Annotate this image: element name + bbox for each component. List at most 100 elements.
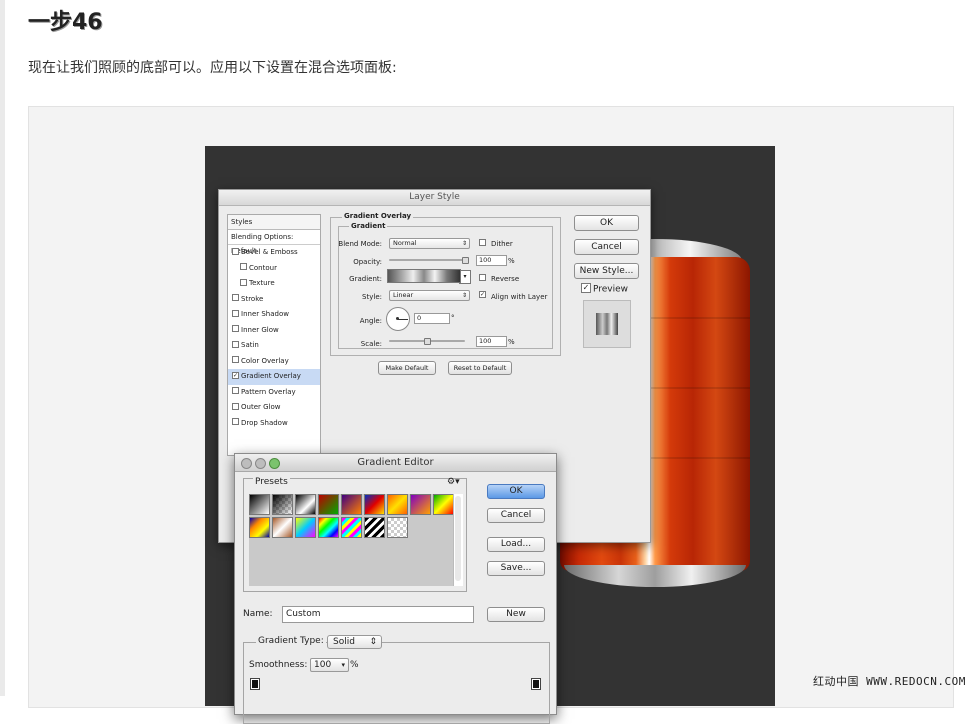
style-item-checkbox[interactable] [232, 402, 239, 410]
style-item[interactable]: Texture [228, 276, 320, 292]
style-item[interactable]: Outer Glow [228, 400, 320, 416]
smoothness-select[interactable]: 100 ▾ [310, 658, 349, 672]
style-item-checkbox[interactable] [232, 309, 239, 317]
preset-swatch[interactable] [341, 494, 362, 515]
preview-label: Preview [593, 284, 629, 295]
preset-swatch[interactable] [364, 517, 385, 538]
watermark: 红动中国 WWW.REDOCN.COM [813, 675, 966, 688]
style-item-checkbox[interactable] [240, 263, 247, 270]
name-label: Name: [243, 609, 273, 619]
name-field[interactable]: Custom [282, 606, 474, 623]
preset-swatch[interactable] [341, 517, 362, 538]
presets-scroll-thumb[interactable] [455, 496, 461, 581]
style-item-checkbox[interactable] [232, 247, 239, 255]
angle-field[interactable]: 0 [414, 313, 450, 324]
ge-cancel-button[interactable]: Cancel [487, 508, 545, 523]
style-item[interactable]: Pattern Overlay [228, 385, 320, 401]
preview-checkbox[interactable]: ✓ [581, 283, 591, 293]
opacity-stop-left[interactable] [250, 678, 260, 690]
style-preview-thumbnail [596, 313, 618, 335]
preset-swatch[interactable] [318, 517, 339, 538]
align-with-layer-label: Align with Layer [491, 293, 548, 301]
style-value: Linear [393, 291, 414, 299]
style-item[interactable]: Satin [228, 338, 320, 354]
page-left-border [0, 0, 5, 696]
blend-mode-select[interactable]: Normal ⇕ [389, 238, 470, 249]
reset-to-default-button[interactable]: Reset to Default [448, 361, 512, 375]
opacity-slider-knob[interactable] [462, 257, 469, 264]
style-item[interactable]: Drop Shadow [228, 416, 320, 432]
gear-icon[interactable]: ⚙▾ [447, 477, 460, 487]
stepper-arrows-icon: ⇕ [369, 637, 377, 647]
preview-toggle[interactable]: ✓ Preview [581, 283, 629, 295]
style-item[interactable]: Stroke [228, 292, 320, 308]
ge-new-button[interactable]: New [487, 607, 545, 622]
angle-dial[interactable] [386, 307, 410, 331]
preset-swatch[interactable] [410, 494, 431, 515]
angle-indicator [398, 319, 408, 320]
styles-list: Styles Blending Options: Default Bevel &… [227, 214, 321, 456]
align-with-layer-checkbox[interactable]: ✓ [479, 291, 486, 298]
opacity-slider[interactable] [389, 259, 465, 261]
preset-swatch[interactable] [364, 494, 385, 515]
style-item[interactable]: ✓ Gradient Overlay [228, 369, 320, 385]
ge-save-button[interactable]: Save... [487, 561, 545, 576]
style-item[interactable]: Color Overlay [228, 354, 320, 370]
angle-center-dot [396, 317, 399, 320]
cancel-button[interactable]: Cancel [574, 239, 639, 255]
reverse-checkbox[interactable] [479, 274, 486, 281]
gradient-type-select[interactable]: Solid ⇕ [327, 635, 382, 649]
ge-ok-button[interactable]: OK [487, 484, 545, 499]
style-item-checkbox[interactable] [232, 340, 239, 348]
scale-label: Scale: [360, 340, 382, 348]
blend-mode-label: Blend Mode: [338, 240, 382, 248]
style-item-checkbox[interactable] [232, 356, 239, 363]
gradient-swatch[interactable] [387, 269, 461, 283]
stepper-arrows-icon: ⇕ [461, 240, 467, 247]
preset-swatch[interactable] [433, 494, 454, 515]
style-item-checkbox[interactable] [232, 294, 239, 301]
style-item-checkbox[interactable] [232, 325, 239, 332]
style-item-checkbox[interactable] [240, 278, 247, 286]
style-select[interactable]: Linear ⇕ [389, 290, 470, 301]
style-item[interactable]: Contour [228, 261, 320, 277]
dither-checkbox[interactable] [479, 239, 486, 246]
style-item-label: Drop Shadow [241, 418, 288, 427]
new-style-button[interactable]: New Style... [574, 263, 639, 279]
style-item[interactable]: Inner Shadow [228, 307, 320, 323]
styles-header[interactable]: Styles [228, 215, 320, 230]
preset-swatch[interactable] [387, 494, 408, 515]
preset-swatch[interactable] [272, 517, 293, 538]
style-item-label: Contour [249, 263, 277, 272]
ok-button[interactable]: OK [574, 215, 639, 231]
style-item-label: Inner Glow [241, 325, 279, 334]
stepper-arrows-icon: ⇕ [461, 292, 467, 299]
smoothness-value: 100 [314, 660, 332, 670]
ge-load-button[interactable]: Load... [487, 537, 545, 552]
preset-swatch[interactable] [272, 494, 293, 515]
opacity-field[interactable]: 100 [476, 255, 507, 266]
opacity-stop-right[interactable] [531, 678, 541, 690]
make-default-button[interactable]: Make Default [378, 361, 436, 375]
preset-swatch[interactable] [249, 517, 270, 538]
style-item[interactable]: Bevel & Emboss [228, 245, 320, 261]
minimize-window-icon[interactable] [255, 458, 266, 469]
style-item[interactable]: Inner Glow [228, 323, 320, 339]
scale-slider-knob[interactable] [424, 338, 431, 345]
style-item-checkbox[interactable] [232, 418, 239, 425]
close-window-icon[interactable] [241, 458, 252, 469]
style-item-checkbox[interactable] [232, 387, 239, 394]
zoom-window-icon[interactable] [269, 458, 280, 469]
angle-label: Angle: [359, 317, 382, 325]
style-item-label: Outer Glow [241, 403, 281, 411]
blending-options-item[interactable]: Blending Options: Default [228, 230, 320, 255]
presets-scrollbar[interactable] [453, 494, 463, 586]
preset-swatch[interactable] [295, 517, 316, 538]
preset-swatch[interactable] [318, 494, 339, 515]
preset-swatch[interactable] [387, 517, 408, 538]
style-item-checkbox[interactable]: ✓ [232, 371, 239, 379]
preset-swatch[interactable] [295, 494, 316, 515]
gradient-type-label: Gradient Type: [256, 636, 326, 646]
preset-swatch[interactable] [249, 494, 270, 515]
scale-field[interactable]: 100 [476, 336, 507, 347]
